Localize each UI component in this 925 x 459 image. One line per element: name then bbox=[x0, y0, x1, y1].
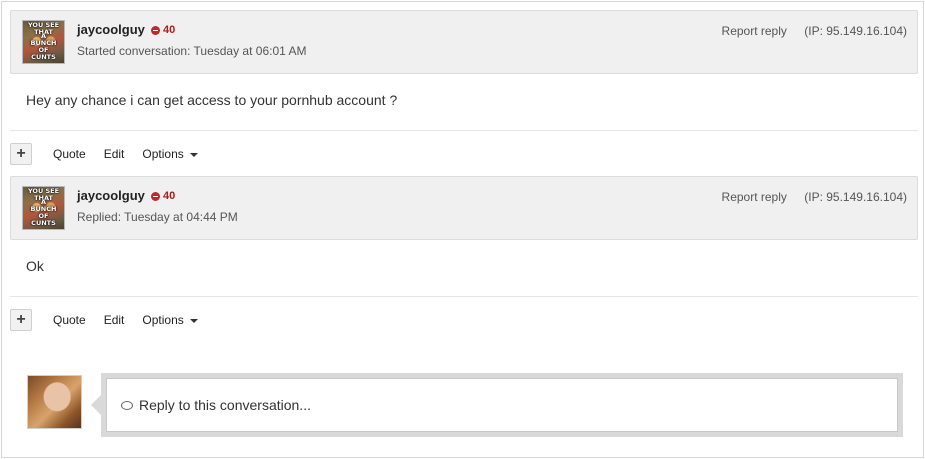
warning-points-badge[interactable]: 40 bbox=[151, 24, 175, 36]
current-user-avatar[interactable] bbox=[27, 375, 82, 429]
options-label: Options bbox=[142, 147, 184, 161]
avatar-caption-bottom: A BUNCH OF CUNTS bbox=[30, 198, 57, 227]
reply-placeholder: Reply to this conversation... bbox=[139, 397, 311, 413]
warning-points-badge[interactable]: 40 bbox=[151, 190, 175, 202]
warning-icon bbox=[151, 191, 160, 201]
message-body: Ok bbox=[26, 258, 44, 274]
add-button[interactable]: + bbox=[10, 309, 32, 331]
ip-address: (IP: 95.149.16.104) bbox=[804, 190, 907, 204]
options-label: Options bbox=[142, 313, 184, 327]
message-meta: Started conversation: Tuesday at 06:01 A… bbox=[77, 44, 307, 58]
conversation-panel: YOU SEE THAT A BUNCH OF CUNTS jaycoolguy… bbox=[1, 1, 924, 458]
warning-points: 40 bbox=[163, 190, 176, 202]
message-body: Hey any chance i can get access to your … bbox=[26, 92, 398, 108]
speech-bubble-icon bbox=[121, 400, 133, 410]
username-link[interactable]: jaycoolguy bbox=[77, 188, 145, 203]
user-avatar[interactable]: YOU SEE THAT A BUNCH OF CUNTS bbox=[22, 186, 65, 230]
warning-points: 40 bbox=[163, 24, 176, 36]
header-right: Report reply (IP: 95.149.16.104) bbox=[722, 190, 907, 204]
message-header: YOU SEE THAT A BUNCH OF CUNTS jaycoolguy… bbox=[10, 10, 918, 74]
reply-input[interactable]: Reply to this conversation... bbox=[106, 378, 898, 432]
message-divider bbox=[10, 130, 918, 131]
add-button[interactable]: + bbox=[10, 143, 32, 165]
edit-button[interactable]: Edit bbox=[104, 313, 125, 327]
message-actions: + Quote Edit Options bbox=[10, 143, 216, 165]
quote-button[interactable]: Quote bbox=[53, 313, 86, 327]
username-link[interactable]: jaycoolguy bbox=[77, 22, 145, 37]
options-dropdown[interactable]: Options bbox=[142, 147, 198, 161]
chevron-down-icon bbox=[189, 152, 198, 157]
report-reply-link[interactable]: Report reply bbox=[722, 190, 787, 204]
options-dropdown[interactable]: Options bbox=[142, 313, 198, 327]
message-actions: + Quote Edit Options bbox=[10, 309, 216, 331]
avatar-caption-bottom: A BUNCH OF CUNTS bbox=[30, 32, 57, 61]
message-meta: Replied: Tuesday at 04:44 PM bbox=[77, 210, 238, 224]
report-reply-link[interactable]: Report reply bbox=[722, 24, 787, 38]
message-header: YOU SEE THAT A BUNCH OF CUNTS jaycoolguy… bbox=[10, 176, 918, 240]
chevron-down-icon bbox=[189, 318, 198, 323]
ip-address: (IP: 95.149.16.104) bbox=[804, 24, 907, 38]
user-avatar[interactable]: YOU SEE THAT A BUNCH OF CUNTS bbox=[22, 20, 65, 64]
quote-button[interactable]: Quote bbox=[53, 147, 86, 161]
message-divider bbox=[10, 296, 918, 297]
header-right: Report reply (IP: 95.149.16.104) bbox=[722, 24, 907, 38]
reply-box: Reply to this conversation... bbox=[101, 373, 903, 437]
reply-pointer bbox=[91, 395, 101, 415]
edit-button[interactable]: Edit bbox=[104, 147, 125, 161]
warning-icon bbox=[151, 25, 160, 35]
